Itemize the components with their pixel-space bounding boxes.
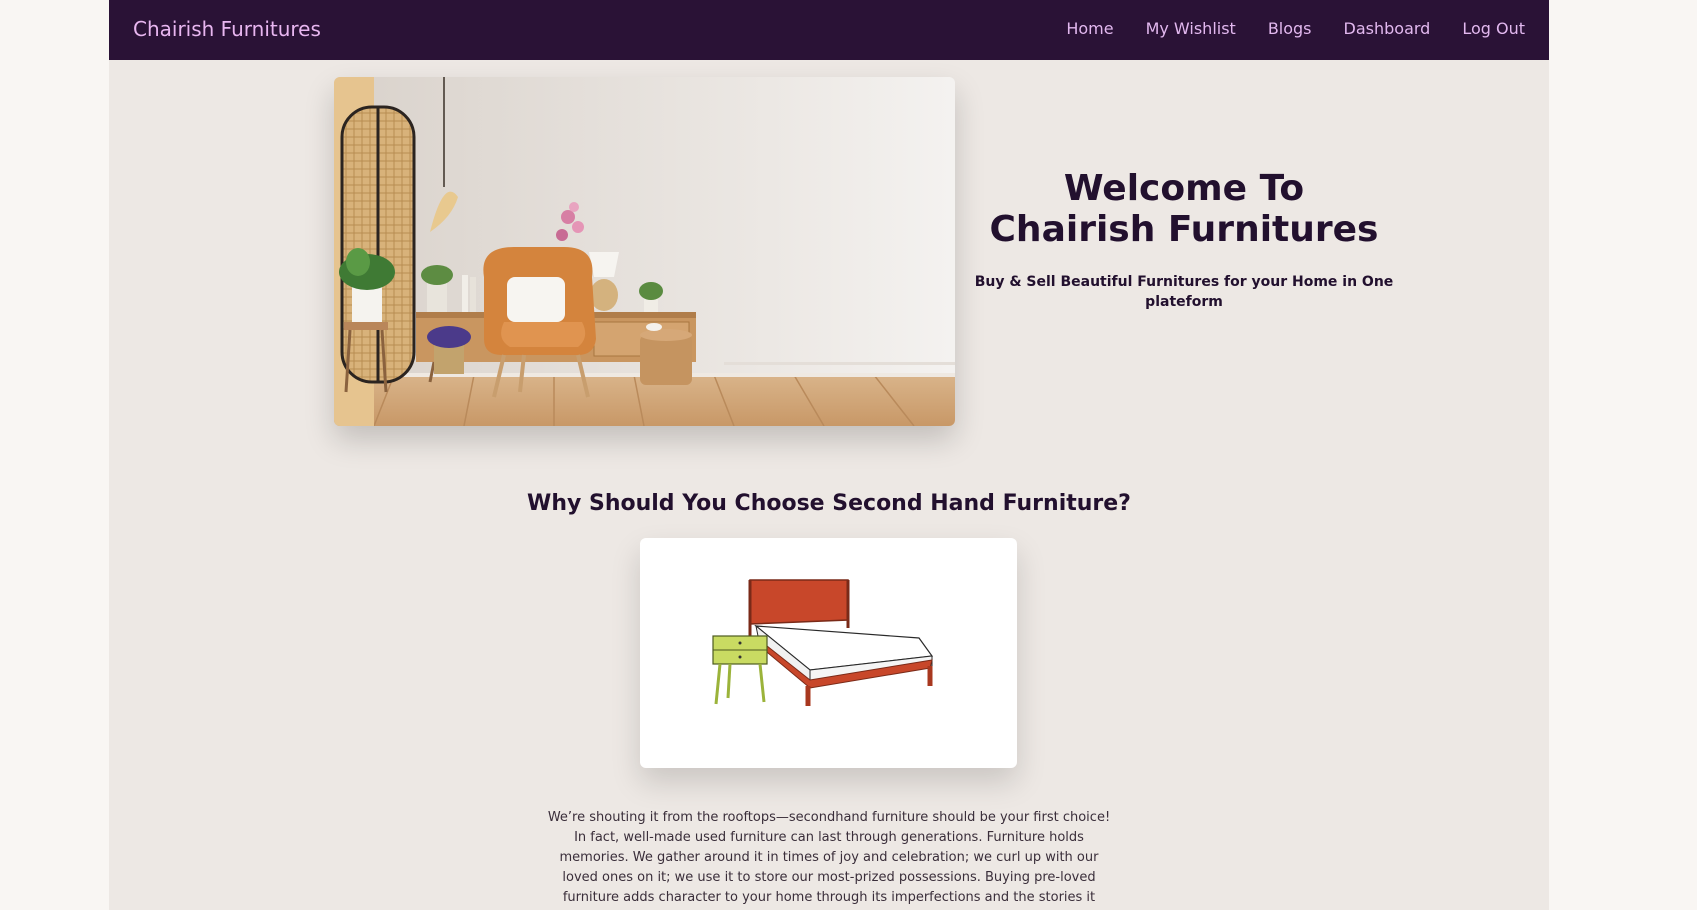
hero-subtitle: Buy & Sell Beautiful Furnitures for your… [974,274,1394,310]
hero-image [334,77,955,426]
nav-links: Home My Wishlist Blogs Dashboard Log Out [1066,19,1525,38]
bed-illustration [712,579,934,706]
section-body-text: We’re shouting it from the rooftops—seco… [547,810,1111,905]
nav-link-dashboard[interactable]: Dashboard [1344,19,1431,38]
hero-title-line1: Welcome To [1063,168,1305,209]
hero-title: Welcome To Chairish Furnitures [954,168,1414,250]
brand-logo[interactable]: Chairish Furnitures [133,17,321,41]
page: Chairish Furnitures Home My Wishlist Blo… [109,0,1549,910]
nav-link-blogs[interactable]: Blogs [1268,19,1312,38]
navbar: Chairish Furnitures Home My Wishlist Blo… [109,0,1549,60]
nav-link-logout[interactable]: Log Out [1462,19,1525,38]
nav-link-wishlist[interactable]: My Wishlist [1146,19,1236,38]
hero-title-line2: Chairish Furnitures [989,209,1379,250]
bed-illustration-card [640,538,1017,768]
nav-link-home[interactable]: Home [1066,19,1113,38]
section-title: Why Should You Choose Second Hand Furnit… [527,491,1131,516]
